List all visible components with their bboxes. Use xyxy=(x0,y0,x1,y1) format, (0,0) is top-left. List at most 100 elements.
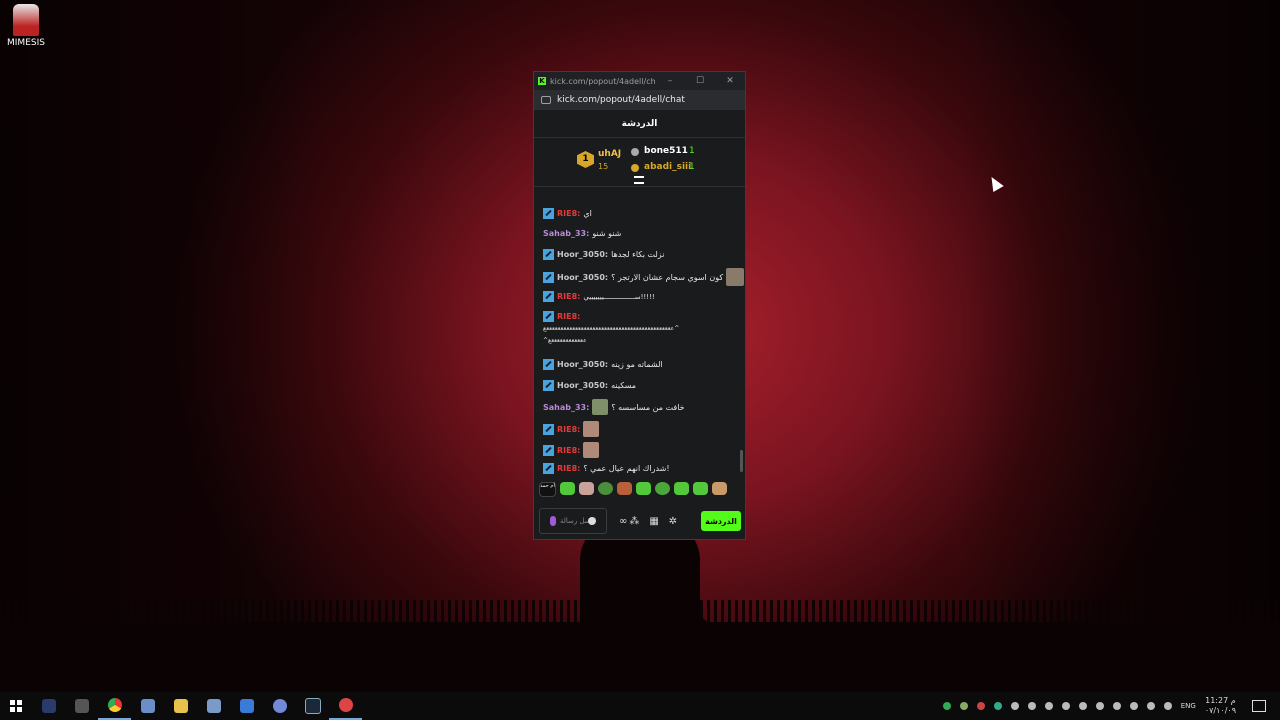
taskbar-app-browser-2[interactable] xyxy=(329,692,362,720)
chat-message[interactable]: Hoor_3050: نزلت بكاء لجدها xyxy=(543,249,734,260)
chat-message[interactable]: RIE8: اي xyxy=(543,208,734,219)
message-username[interactable]: Hoor_3050 xyxy=(557,360,605,369)
discord-icon xyxy=(272,699,287,713)
moderator-badge-icon xyxy=(543,444,554,456)
taskbar-app-calculator[interactable] xyxy=(131,692,164,720)
tray-app-icon[interactable] xyxy=(1010,702,1019,710)
language-indicator[interactable]: ENG xyxy=(1181,702,1196,710)
chat-input-bar: ارسل رسالة ∞ ⁂ ▦ ✲ الدردشة xyxy=(534,502,745,539)
taskbar-app-discord[interactable] xyxy=(263,692,296,720)
leaderboard-third-name[interactable]: abadi_siii xyxy=(644,162,691,172)
desktop-shortcut-mimesis[interactable]: MIMESIS xyxy=(6,4,46,48)
leaderboard-third-count: 1 xyxy=(689,162,695,172)
collapse-icon[interactable] xyxy=(634,176,644,184)
address-bar[interactable]: kick.com/popout/4adell/chat xyxy=(534,90,745,110)
taskbar-app-game[interactable] xyxy=(32,692,65,720)
message-username[interactable]: RIE8 xyxy=(557,209,577,218)
message-text: شدراك انهم عيال عمي ؟! xyxy=(583,464,670,473)
chat-messages[interactable]: RIE8: اي Sahab_33: شنو شنو Hoor_3050: نز… xyxy=(534,208,745,474)
folder-icon xyxy=(173,699,188,713)
message-username[interactable]: RIE8 xyxy=(557,464,577,473)
message-username[interactable]: Hoor_3050 xyxy=(557,381,605,390)
message-username[interactable]: RIE8 xyxy=(557,292,577,301)
share-icon[interactable]: ⁂ xyxy=(629,516,639,527)
chat-popout-window[interactable]: K kick.com/popout/4adell/cha... – ☐ ✕ ki… xyxy=(533,71,746,540)
tray-app-icon[interactable] xyxy=(959,702,968,710)
emote-icon[interactable] xyxy=(560,482,575,495)
site-info-icon[interactable] xyxy=(541,96,551,104)
battery-icon[interactable] xyxy=(1129,702,1138,710)
taskbar-app-notepad[interactable] xyxy=(197,692,230,720)
chat-message[interactable]: Hoor_3050: الشماته مو زينه xyxy=(543,359,734,370)
taskbar-app-explorer[interactable] xyxy=(164,692,197,720)
taskbar-app-window[interactable] xyxy=(230,692,263,720)
message-text: مسكينه xyxy=(611,381,637,390)
network-icon[interactable] xyxy=(1146,702,1155,710)
show-hidden-icons-icon[interactable] xyxy=(1163,702,1172,710)
chat-scrollbar[interactable] xyxy=(740,450,743,472)
message-username[interactable]: Sahab_33 xyxy=(543,229,586,238)
minimize-button[interactable]: – xyxy=(655,76,685,86)
maximize-button[interactable]: ☐ xyxy=(685,76,715,86)
emote-icon[interactable] xyxy=(598,482,613,495)
window-app-icon xyxy=(239,699,254,713)
steam-tray-icon[interactable] xyxy=(1112,702,1121,710)
bronze-badge-icon xyxy=(631,164,639,172)
chat-message[interactable]: RIE8: xyxy=(543,311,734,322)
window-titlebar[interactable]: K kick.com/popout/4adell/cha... – ☐ ✕ xyxy=(534,72,745,90)
moderator-badge-icon xyxy=(543,249,554,260)
tray-app-icon[interactable] xyxy=(1044,702,1053,710)
chat-message[interactable]: RIE8: ســـــــــــــــيييييييي!!!!! xyxy=(543,291,734,302)
taskbar-app-chrome[interactable] xyxy=(98,692,131,720)
message-username[interactable]: RIE8 xyxy=(557,425,577,434)
start-button[interactable] xyxy=(0,692,32,720)
message-username[interactable]: Hoor_3050 xyxy=(557,250,605,259)
leaderboard-top-name[interactable]: uhAJ xyxy=(598,149,621,159)
quick-emote-row[interactable]: أم حمد xyxy=(539,482,727,497)
volume-icon[interactable] xyxy=(1078,702,1087,710)
emote-icon[interactable] xyxy=(674,482,689,495)
emote-icon[interactable] xyxy=(636,482,651,495)
microphone-icon[interactable] xyxy=(550,516,556,526)
send-chat-button[interactable]: الدردشة xyxy=(701,511,741,531)
tray-app-icon[interactable] xyxy=(1027,702,1036,710)
emote-icon[interactable] xyxy=(617,482,632,495)
store-icon[interactable]: ▦ xyxy=(649,516,658,527)
message-username[interactable]: RIE8 xyxy=(557,446,577,455)
chat-message-input[interactable]: ارسل رسالة xyxy=(539,508,607,534)
taskbar-clock[interactable]: 11:27 م ٠٧/١٠/٠٩ xyxy=(1205,696,1236,716)
emoji-picker-icon[interactable] xyxy=(588,517,596,525)
chat-message[interactable]: Hoor_3050: كون اسوي سجام عشان الارتجر ؟ xyxy=(543,268,745,286)
message-username[interactable]: RIE8 xyxy=(557,312,577,321)
tray-app-icon[interactable] xyxy=(993,702,1002,710)
chat-message[interactable]: Hoor_3050: مسكينه xyxy=(543,380,734,391)
infinity-icon[interactable]: ∞ xyxy=(619,516,627,527)
tray-app-icon[interactable] xyxy=(976,702,985,710)
chat-message[interactable]: RIE8: xyxy=(543,442,734,458)
chat-message[interactable]: RIE8: شدراك انهم عيال عمي ؟! xyxy=(543,463,734,474)
leaderboard-top-count: 15 xyxy=(598,162,609,171)
windows-logo-icon xyxy=(10,700,22,712)
settings-gear-icon[interactable]: ✲ xyxy=(669,516,677,527)
emote-icon[interactable] xyxy=(693,482,708,495)
chat-message[interactable]: Sahab_33: خافت من مساسسه ؟ xyxy=(543,399,734,415)
taskbar-app-steam[interactable] xyxy=(296,692,329,720)
chat-message[interactable]: RIE8: xyxy=(543,421,734,437)
emote-icon[interactable] xyxy=(579,482,594,495)
chat-message[interactable]: Sahab_33: شنو شنو xyxy=(543,229,734,238)
chrome-icon xyxy=(107,698,122,712)
notification-center-icon[interactable] xyxy=(1252,700,1266,712)
message-username[interactable]: Sahab_33 xyxy=(543,403,586,412)
tray-app-icon[interactable] xyxy=(942,702,951,710)
emote-icon[interactable] xyxy=(655,482,670,495)
emote-icon[interactable] xyxy=(712,482,727,495)
message-username[interactable]: Hoor_3050 xyxy=(557,273,605,282)
chat-message-continued: عععععععععععععععععععععععععععععععععععععععع… xyxy=(543,325,734,332)
tray-app-icon[interactable] xyxy=(1095,702,1104,710)
leaderboard-second-name[interactable]: bone511 xyxy=(644,146,688,156)
taskbar-app-obs[interactable] xyxy=(65,692,98,720)
emote-text-sticker[interactable]: أم حمد xyxy=(539,482,556,497)
close-button[interactable]: ✕ xyxy=(715,76,745,86)
moderator-badge-icon xyxy=(543,463,554,474)
microphone-tray-icon[interactable] xyxy=(1061,702,1070,710)
